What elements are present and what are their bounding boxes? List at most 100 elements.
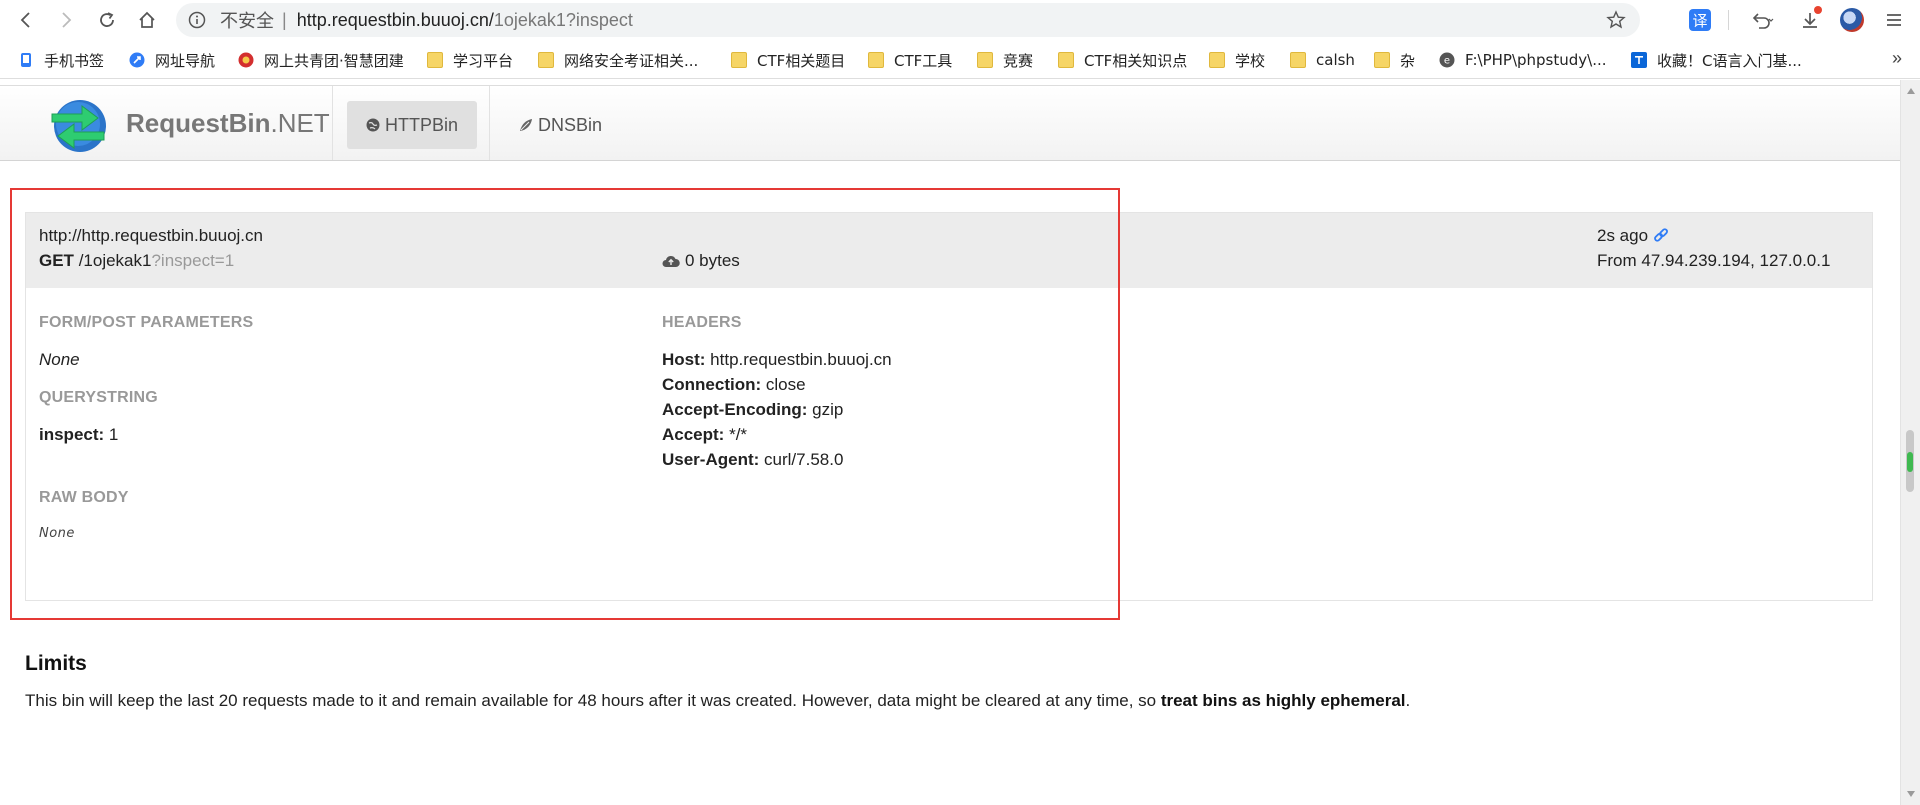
folder-icon <box>731 52 747 68</box>
folder-icon <box>538 52 554 68</box>
nav-dnsbin[interactable]: DNSBin <box>500 101 621 149</box>
folder-icon <box>1209 52 1225 68</box>
folder-icon <box>1058 52 1074 68</box>
bookmark-label: 手机书签 <box>44 51 105 70</box>
scroll-down-arrow-icon[interactable] <box>1907 791 1915 797</box>
limits-text: This bin will keep the last 20 requests … <box>25 691 1410 711</box>
nav-divider <box>332 86 333 160</box>
bookmark-item[interactable]: 收藏！C语言入门基... <box>1631 49 1802 71</box>
back-arrow-icon <box>20 12 30 28</box>
navigation-icon <box>129 52 145 68</box>
translate-icon: 译 <box>1689 9 1711 31</box>
undo-close-button[interactable] <box>1748 6 1776 34</box>
phone-bookmark-icon <box>21 53 31 67</box>
vertical-scrollbar[interactable] <box>1900 80 1920 805</box>
bookmark-label: calsh <box>1316 51 1355 69</box>
address-separator: | <box>282 9 287 30</box>
profile-button[interactable] <box>1838 6 1866 34</box>
folder-icon <box>977 52 993 68</box>
bookmark-item[interactable]: CTF工具 <box>868 49 952 71</box>
scroll-up-arrow-icon[interactable] <box>1907 88 1915 94</box>
folder-icon <box>1290 52 1306 68</box>
scroll-position-marker <box>1907 452 1913 472</box>
brand-suffix: .NET <box>270 108 330 138</box>
bookmark-label: 杂 <box>1400 51 1416 70</box>
home-button[interactable] <box>133 6 161 34</box>
downloads-button[interactable] <box>1796 6 1824 34</box>
avatar-icon <box>1840 8 1864 32</box>
bookmark-item[interactable]: CTF相关知识点 <box>1058 49 1187 71</box>
highlight-annotation-box <box>10 188 1120 620</box>
forward-button[interactable] <box>52 6 80 34</box>
permalink-icon[interactable] <box>1653 228 1669 244</box>
folder-icon <box>1374 52 1390 68</box>
bookmark-label: 网上共青团·智慧团建 <box>264 51 404 70</box>
nav-link-label: HTTPBin <box>385 114 459 135</box>
limits-text-end: . <box>1405 691 1411 710</box>
reload-icon <box>100 12 114 27</box>
bookmark-label: 学习平台 <box>453 51 514 70</box>
bookmark-item[interactable]: 杂 <box>1374 49 1415 71</box>
nav-httpbin[interactable]: HTTPBin <box>347 101 478 149</box>
info-icon[interactable] <box>188 11 206 29</box>
menu-button[interactable] <box>1880 6 1908 34</box>
brand-main: RequestBin <box>126 108 271 138</box>
leaf-icon <box>520 119 532 131</box>
url-path: 1ojekak1?inspect <box>493 9 633 30</box>
hamburger-menu-icon <box>1887 14 1901 26</box>
bookmark-item[interactable]: 网址导航 <box>129 49 215 71</box>
edge-icon: e <box>1439 52 1455 68</box>
browser-toolbar: 不安全 | http.requestbin.buuoj.cn/1ojekak1?… <box>0 0 1920 40</box>
notification-dot <box>1814 6 1822 14</box>
bookmark-item[interactable]: calsh <box>1290 49 1355 71</box>
bookmark-label: 收藏！C语言入门基... <box>1657 51 1802 70</box>
request-origin: From 47.94.239.194, 127.0.0.1 <box>1597 251 1831 270</box>
bookmark-label: 竞赛 <box>1003 51 1034 70</box>
bookmark-label: 网络安全考证相关... <box>564 51 699 70</box>
nav-link-label: DNSBin <box>538 114 603 135</box>
bookmark-item[interactable]: 学习平台 <box>427 49 513 71</box>
address-bar[interactable]: 不安全 | http.requestbin.buuoj.cn/1ojekak1?… <box>176 3 1640 37</box>
back-button[interactable] <box>12 6 40 34</box>
bookmark-label: 网址导航 <box>155 51 216 70</box>
bookmark-item[interactable]: 学校 <box>1209 49 1265 71</box>
bookmark-item[interactable]: 手机书签 <box>18 49 104 71</box>
limits-heading: Limits <box>25 652 87 675</box>
request-time: 2s ago <box>1597 226 1669 246</box>
limits-text-emphasis: treat bins as highly ephemeral <box>1160 691 1406 710</box>
folder-icon <box>427 52 443 68</box>
bookmark-label: 学校 <box>1235 51 1266 70</box>
home-icon <box>139 11 155 28</box>
emblem-icon <box>238 52 254 68</box>
reload-button[interactable] <box>93 6 121 34</box>
site-navbar: RequestBin.NET HTTPBin DNSBin <box>0 85 1900 161</box>
bookmark-label: F:\PHP\phpstudy\... <box>1465 51 1607 69</box>
page-viewport: RequestBin.NET HTTPBin DNSBin http://htt… <box>0 80 1900 805</box>
undo-icon <box>1752 13 1774 29</box>
globe-icon <box>366 118 380 132</box>
bookmark-star-icon[interactable] <box>1606 10 1626 30</box>
more-bookmarks-button[interactable]: » <box>1892 48 1902 69</box>
translate-button[interactable]: 译 <box>1686 6 1714 34</box>
url-host: http.requestbin.buuoj.cn/ <box>296 9 494 30</box>
bookmark-item[interactable]: 网络安全考证相关... <box>538 49 698 71</box>
security-status[interactable]: 不安全 <box>220 7 274 33</box>
folder-icon <box>868 52 884 68</box>
bookmark-item[interactable]: e F:\PHP\phpstudy\... <box>1439 49 1607 71</box>
requestbin-logo-icon[interactable] <box>48 96 108 154</box>
bookmark-label: CTF相关题目 <box>757 51 846 70</box>
nav-divider <box>489 86 490 160</box>
bookmark-item[interactable]: 网上共青团·智慧团建 <box>238 49 404 71</box>
bookmarks-bar: 手机书签 网址导航 网上共青团·智慧团建 学习平台 网络安全考证相关... CT… <box>0 40 1920 79</box>
brand-name[interactable]: RequestBin.NET <box>126 108 330 139</box>
zhihu-icon <box>1631 52 1647 68</box>
forward-arrow-icon <box>62 12 72 28</box>
svg-text:e: e <box>1444 56 1450 67</box>
time-ago: 2s ago <box>1597 226 1649 245</box>
toolbar-divider <box>1728 10 1729 30</box>
limits-text-main: This bin will keep the last 20 requests … <box>25 691 1161 710</box>
bookmark-item[interactable]: 竞赛 <box>977 49 1033 71</box>
bookmark-label: CTF相关知识点 <box>1084 51 1188 70</box>
bookmark-label: CTF工具 <box>894 51 953 70</box>
bookmark-item[interactable]: CTF相关题目 <box>731 49 845 71</box>
